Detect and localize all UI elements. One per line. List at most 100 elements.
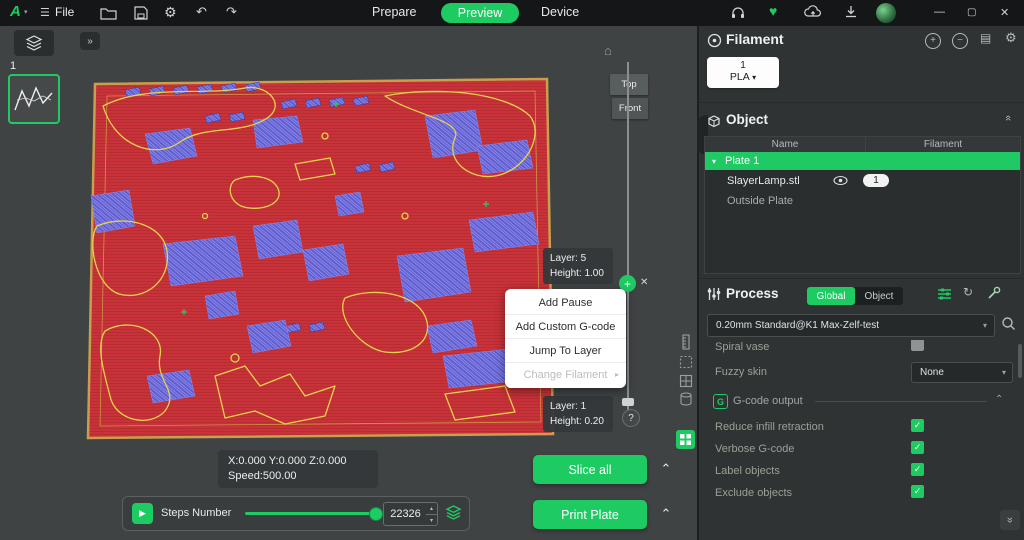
steps-value-input[interactable] [384, 503, 427, 525]
exclude-objects-checkbox[interactable]: ✓ [911, 485, 924, 498]
layer-view-button[interactable] [14, 30, 54, 56]
help-button[interactable]: ? [622, 409, 640, 427]
outside-plate-label: Outside Plate [727, 195, 793, 207]
favorites-heart-icon[interactable]: ♥ [769, 3, 777, 19]
filament-spool-icon [707, 33, 722, 53]
object-table: Name Filament ▾ Plate 1 SlayerLamp.stl 1… [704, 136, 1021, 274]
menu-item-change-filament[interactable]: Change Filament ▸ [505, 363, 626, 386]
settings-gear-icon[interactable]: ⚙ [164, 4, 177, 20]
table-row-outside[interactable]: Outside Plate [705, 192, 1020, 212]
toggle-global[interactable]: Global [807, 287, 855, 305]
open-folder-icon[interactable] [100, 6, 117, 25]
panel-expand-button[interactable]: « [1000, 510, 1020, 530]
process-preset-select[interactable]: 0.20mm Standard@K1 Max-Zelf-test ▾ [707, 314, 995, 337]
stepper-down-icon[interactable]: ▾ [426, 515, 437, 525]
bounding-box-icon[interactable] [679, 355, 693, 374]
filament-caret-icon: ▾ [752, 73, 756, 82]
print-options-chevron-icon[interactable]: ⌃ [653, 503, 679, 525]
reset-preset-icon[interactable]: ↻ [963, 285, 973, 299]
filament-list-icon[interactable]: ▤ [980, 31, 991, 45]
file-menu[interactable]: File [55, 5, 74, 19]
remove-filament-icon[interactable]: − [952, 33, 968, 49]
measure-ruler-icon[interactable] [679, 334, 693, 355]
gcode-output-section[interactable]: G G-code output ⌃ [699, 392, 1019, 412]
sliced-plate-preview[interactable] [85, 76, 557, 442]
fuzzy-skin-select[interactable]: None ▾ [911, 362, 1013, 383]
coordinates-tooltip: X:0.000 Y:0.000 Z:0.000 Speed:500.00 [218, 450, 378, 488]
toggle-object[interactable]: Object [855, 287, 903, 305]
table-row-model[interactable]: SlayerLamp.stl 1 [705, 170, 1020, 192]
visibility-eye-icon[interactable] [833, 175, 848, 189]
support-headset-icon[interactable] [730, 5, 746, 25]
filament-slot-number: 1 [707, 57, 779, 71]
search-settings-icon[interactable] [1001, 316, 1016, 336]
plate-thumbnail[interactable] [8, 74, 60, 124]
logo-caret-icon[interactable]: ▾ [24, 8, 28, 16]
layer-context-menu: Add Pause Add Custom G-code Jump To Laye… [505, 289, 626, 388]
grid-view-icon[interactable] [679, 374, 693, 393]
slice-all-button[interactable]: Slice all [533, 455, 647, 484]
stepper-up-icon[interactable]: ▴ [426, 503, 437, 515]
save-icon[interactable] [134, 6, 148, 25]
filament-slot-card[interactable]: 1 PLA ▾ [707, 57, 779, 88]
plate-expand-caret-icon[interactable]: ▾ [712, 157, 716, 166]
redo-icon[interactable]: ↷ [226, 4, 237, 20]
user-avatar[interactable] [876, 3, 896, 23]
steps-slider-track[interactable] [245, 512, 377, 515]
exclude-objects-label: Exclude objects [715, 487, 792, 499]
coords-position: X:0.000 Y:0.000 Z:0.000 [228, 454, 368, 469]
print-plate-button[interactable]: Print Plate [533, 500, 647, 529]
filament-section-title: Filament [726, 31, 784, 47]
view-front-button[interactable]: Front [612, 98, 648, 119]
hamburger-icon[interactable]: ☰ [40, 5, 50, 21]
home-view-icon[interactable]: ⌂ [604, 43, 612, 58]
steps-slider-handle[interactable] [369, 507, 383, 521]
tools-wrench-icon[interactable] [987, 286, 1001, 305]
setting-row-fuzzy-skin: Fuzzy skin None ▾ [699, 360, 1019, 384]
model-filament-badge[interactable]: 1 [863, 174, 889, 187]
menu-item-add-custom-gcode[interactable]: Add Custom G-code [505, 315, 626, 339]
expand-plate-list-button[interactable]: » [80, 32, 100, 50]
filament-settings-gear-icon[interactable]: ⚙ [1005, 30, 1017, 46]
cloud-upload-icon[interactable] [804, 5, 822, 24]
column-filament: Filament [866, 137, 1020, 152]
object-cube-icon [707, 114, 721, 133]
menu-item-jump-to-layer[interactable]: Jump To Layer [505, 339, 626, 363]
table-row-plate[interactable]: ▾ Plate 1 [705, 152, 1020, 170]
cylinder-tool-icon[interactable] [679, 392, 693, 412]
play-animation-button[interactable]: ▶ [132, 503, 153, 524]
minimize-icon[interactable]: — [934, 4, 945, 20]
object-collapse-icon[interactable]: « [1002, 115, 1014, 121]
menu-item-add-pause[interactable]: Add Pause [505, 291, 626, 315]
maximize-icon[interactable]: ▢ [967, 5, 976, 21]
close-window-icon[interactable]: ✕ [1000, 5, 1009, 21]
layer-slider-track[interactable] [627, 62, 629, 410]
layers-icon [25, 35, 43, 51]
layer-slider-bottom-handle[interactable] [622, 398, 634, 406]
slice-options-chevron-icon[interactable]: ⌃ [653, 458, 679, 480]
verbose-gcode-checkbox[interactable]: ✓ [911, 441, 924, 454]
process-settings-scroll[interactable]: Spiral vase Fuzzy skin None ▾ G G-code o… [699, 340, 1019, 506]
download-icon[interactable] [844, 5, 858, 24]
advanced-settings-icon[interactable] [937, 287, 952, 306]
menu-item-change-filament-label: Change Filament [524, 369, 608, 381]
tab-preview[interactable]: Preview [441, 3, 519, 23]
add-filament-icon[interactable]: + [925, 33, 941, 49]
four-squares-icon [680, 434, 691, 445]
app-logo[interactable]: A [10, 3, 21, 20]
dismiss-layer-action-icon[interactable]: ✕ [640, 277, 648, 288]
gcode-collapse-chevron-icon[interactable]: ⌃ [995, 394, 1003, 405]
layer-steps-icon[interactable] [445, 504, 462, 526]
assembly-view-button[interactable] [676, 430, 695, 449]
view-top-button[interactable]: Top [610, 74, 648, 95]
spiral-vase-checkbox[interactable] [911, 340, 924, 351]
tab-device[interactable]: Device [541, 5, 579, 19]
plate-thumbnail-sketch [10, 76, 58, 122]
settings-scrollbar[interactable] [1018, 344, 1022, 378]
reduce-infill-checkbox[interactable]: ✓ [911, 419, 924, 432]
undo-icon[interactable]: ↶ [196, 4, 207, 20]
spiral-vase-label: Spiral vase [715, 341, 769, 353]
label-objects-checkbox[interactable]: ✓ [911, 463, 924, 476]
tooltip-layer-bottom: Layer: 1 [550, 399, 606, 414]
tab-prepare[interactable]: Prepare [372, 5, 416, 19]
